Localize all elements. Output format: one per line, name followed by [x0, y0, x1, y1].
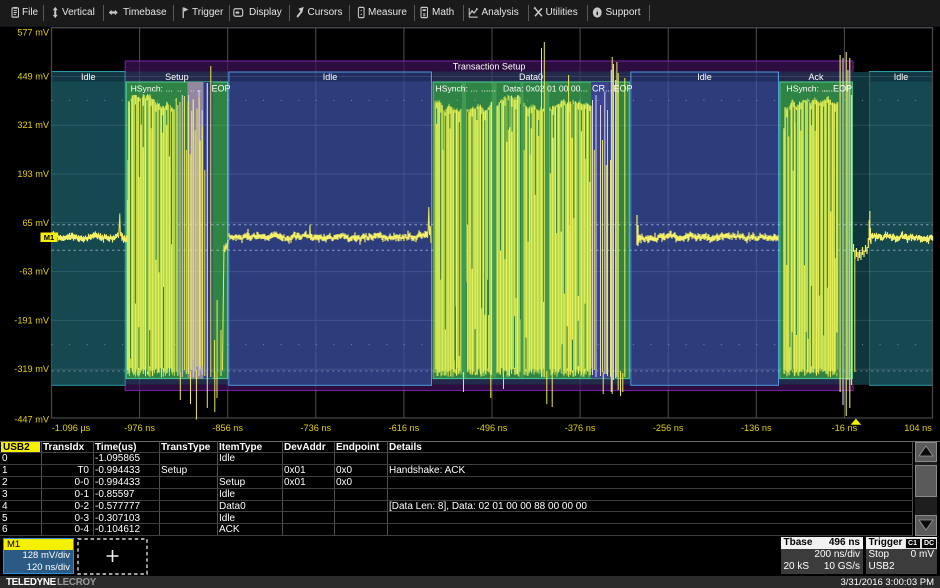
svg-text:......: ......	[481, 84, 496, 94]
svg-text:-736 ns: -736 ns	[300, 423, 331, 433]
svg-text:.. ..: .. ..	[190, 85, 201, 94]
svg-text:Idle: Idle	[894, 72, 909, 82]
svg-text:-319 mV: -319 mV	[14, 364, 50, 374]
svg-text:-136 ns: -136 ns	[741, 423, 772, 433]
svg-text:Data0: Data0	[519, 72, 543, 82]
svg-text:Data: 0x02 01 00 00...: Data: 0x02 01 00 00...	[503, 84, 588, 94]
svg-text:HSynch: ...: HSynch: ...	[436, 84, 478, 94]
svg-text:-447 mV: -447 mV	[14, 414, 50, 424]
svg-text:321 mV: 321 mV	[17, 120, 50, 130]
svg-text:Ack: Ack	[808, 72, 824, 82]
svg-text:CR...: CR...	[592, 84, 613, 94]
svg-text:EOP: EOP	[614, 84, 633, 94]
svg-text:....EOP: ....EOP	[823, 84, 852, 94]
svg-text:Transaction Setup: Transaction Setup	[453, 62, 526, 72]
svg-text:-191 mV: -191 mV	[14, 315, 50, 325]
svg-text:-256 ns: -256 ns	[653, 423, 684, 433]
svg-text:Setup: Setup	[165, 72, 189, 82]
svg-text:449 mV: 449 mV	[17, 71, 50, 81]
svg-text:Idle: Idle	[81, 72, 96, 82]
svg-text:-376 ns: -376 ns	[565, 423, 596, 433]
svg-text:65 mV: 65 mV	[22, 218, 49, 228]
svg-text:HSynch: ...: HSynch: ...	[131, 84, 173, 94]
svg-text:193 mV: 193 mV	[17, 169, 50, 179]
svg-text:-976 ns: -976 ns	[124, 423, 155, 433]
svg-text:-616 ns: -616 ns	[389, 423, 420, 433]
svg-text:-856 ns: -856 ns	[212, 423, 243, 433]
svg-text:577 mV: 577 mV	[17, 28, 50, 38]
svg-text:Idle: Idle	[697, 72, 712, 82]
svg-text:M1: M1	[44, 233, 54, 242]
svg-text:Idle: Idle	[323, 72, 338, 82]
svg-text:..: ..	[177, 85, 181, 94]
svg-text:EOP: EOP	[212, 84, 231, 94]
svg-text:-496 ns: -496 ns	[477, 423, 508, 433]
svg-text:-1.096 µs: -1.096 µs	[52, 423, 91, 433]
svg-text:104 ns: 104 ns	[904, 423, 932, 433]
svg-text:-63 mV: -63 mV	[19, 267, 49, 277]
